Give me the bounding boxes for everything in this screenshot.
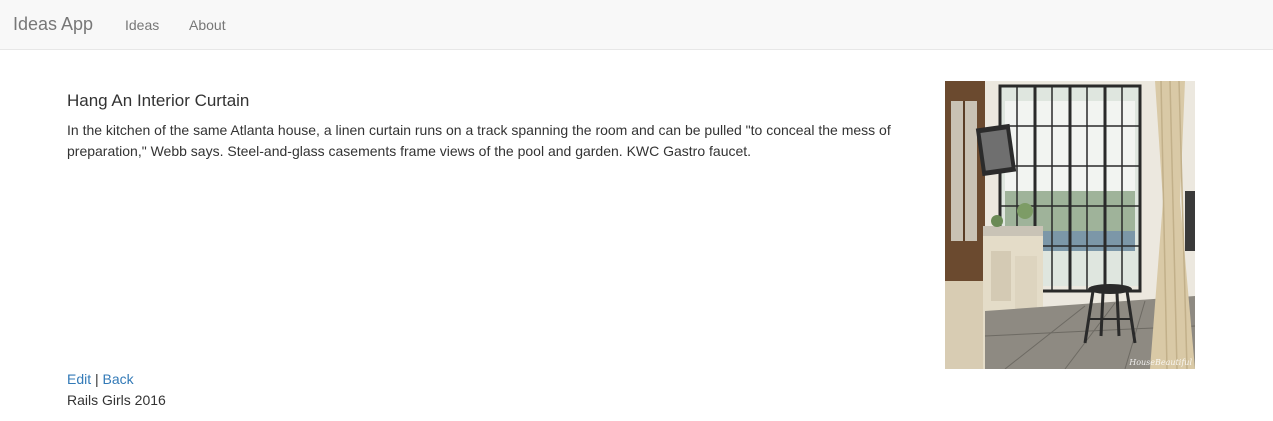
actions-separator: | — [95, 371, 99, 387]
edit-link[interactable]: Edit — [67, 371, 91, 387]
image-watermark: HouseBeautiful — [1129, 358, 1192, 367]
back-link[interactable]: Back — [103, 371, 134, 387]
footer-text: Rails Girls 2016 — [67, 392, 166, 408]
navbar: Ideas App Ideas About — [0, 0, 1273, 50]
nav-link-about[interactable]: About — [189, 17, 226, 33]
idea-picture: HouseBeautiful — [945, 81, 1195, 369]
idea-title: Hang An Interior Curtain — [67, 91, 250, 110]
nav-link-ideas[interactable]: Ideas — [125, 17, 159, 33]
idea-description: In the kitchen of the same Atlanta house… — [67, 122, 891, 159]
brand-link[interactable]: Ideas App — [13, 14, 93, 34]
kitchen-image — [945, 81, 1195, 369]
actions-bar: Edit | Back — [67, 370, 134, 388]
